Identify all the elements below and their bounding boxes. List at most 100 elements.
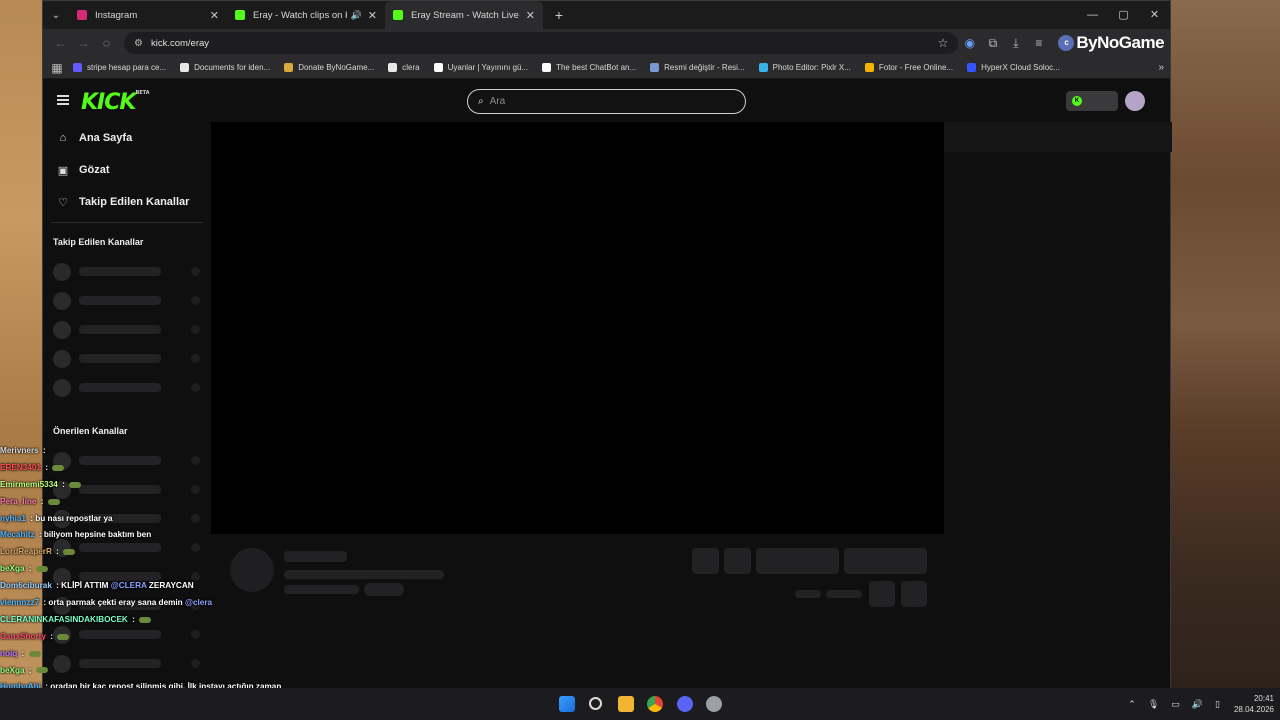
- video-player[interactable]: [211, 122, 944, 534]
- apps-grid-icon[interactable]: ▦: [49, 61, 65, 75]
- download-icon[interactable]: ⤓: [1004, 36, 1027, 51]
- settings-icon[interactable]: [706, 696, 722, 712]
- more-bookmarks-icon[interactable]: »: [1158, 62, 1164, 73]
- bookmark-item[interactable]: Resmi değiştir - Resi...: [650, 63, 745, 72]
- forward-icon[interactable]: →: [72, 36, 95, 50]
- minimize-icon[interactable]: —: [1077, 1, 1108, 29]
- icon-button-placeholder: [869, 581, 895, 607]
- chat-username[interactable]: Dom6ciburak: [0, 581, 52, 590]
- address-bar[interactable]: ⚙ kick.com/eray ☆: [124, 32, 959, 54]
- clock-date: 28.04.2026: [1233, 705, 1274, 714]
- start-icon[interactable]: [559, 696, 575, 712]
- audio-icon[interactable]: 🔊: [351, 10, 362, 21]
- bookmark-favicon-icon: [388, 63, 398, 72]
- menu-icon[interactable]: [57, 95, 69, 105]
- microphone-icon[interactable]: 🎙: [1148, 699, 1159, 710]
- extensions-puzzle-icon[interactable]: ⧉: [981, 36, 1004, 51]
- emote-icon: [28, 650, 41, 657]
- tab-close-icon[interactable]: ✕: [368, 9, 377, 22]
- volume-icon[interactable]: 🔊: [1192, 699, 1203, 710]
- chat-message: beXga :: [0, 663, 320, 680]
- site-info-icon[interactable]: ⚙: [134, 38, 143, 49]
- tab-3[interactable]: Eray Stream - Watch Live on Kick ✕: [385, 1, 543, 29]
- nav-item-3[interactable]: ♡ Takip Edilen Kanallar: [43, 186, 211, 218]
- chat-username[interactable]: Mecahitz: [0, 530, 35, 539]
- chat-username[interactable]: EREN3401: [0, 463, 41, 472]
- channel-skeleton-row: [43, 286, 211, 315]
- bookmark-item[interactable]: HyperX Cloud Soloc...: [967, 63, 1060, 72]
- bookmark-item[interactable]: The best ChatBot an...: [542, 63, 636, 72]
- bookmark-item[interactable]: Uyanlar | Yayınını gü...: [433, 63, 528, 72]
- new-tab-button[interactable]: +: [549, 7, 569, 23]
- bookmark-item[interactable]: Photo Editor: Pixlr X...: [758, 63, 851, 72]
- search-input[interactable]: ⌕ Ara: [467, 89, 746, 114]
- bookmark-favicon-icon: [284, 63, 294, 72]
- bookmark-item[interactable]: clera: [388, 63, 420, 72]
- subscribe-button-placeholder: [844, 548, 927, 574]
- chat-username[interactable]: vlennnzz7: [0, 598, 39, 607]
- bookmark-item[interactable]: Fotor - Free Online...: [864, 63, 953, 72]
- chat-username[interactable]: CanxShorty: [0, 632, 46, 641]
- emote-icon: [35, 667, 48, 674]
- bookmark-star-icon[interactable]: ☆: [938, 36, 949, 50]
- bookmark-item[interactable]: Documents for iden...: [180, 63, 270, 72]
- tab-2[interactable]: Eray - Watch clips on Kick 🔊 ✕: [227, 1, 385, 29]
- battery-icon[interactable]: ▯: [1215, 699, 1220, 710]
- profile-brand[interactable]: c ByNoGame: [1058, 33, 1165, 53]
- chat-username[interactable]: CLERANINKAFASINDAKIBOCEK: [0, 615, 128, 624]
- user-avatar[interactable]: [1125, 91, 1145, 111]
- tab-close-icon[interactable]: ✕: [210, 9, 219, 22]
- nav-label: Ana Sayfa: [79, 132, 133, 144]
- tab-search-icon[interactable]: ⌄: [43, 10, 69, 21]
- emote-icon: [63, 549, 76, 556]
- chat-username[interactable]: nyhia1: [0, 514, 26, 523]
- chat-message: nyhia1 : bu nası repostlar ya: [0, 513, 113, 523]
- chat-username[interactable]: Merivners: [0, 446, 39, 455]
- header-action-button[interactable]: K: [1066, 91, 1118, 111]
- stat-placeholder: [795, 590, 821, 598]
- chat-message: Mecahitz : biliyom hepsine baktım ben: [0, 530, 152, 540]
- loading-icon[interactable]: ◌: [95, 36, 118, 50]
- network-icon[interactable]: ▭: [1171, 699, 1180, 710]
- file-explorer-icon[interactable]: [618, 696, 634, 712]
- back-icon[interactable]: ←: [49, 36, 72, 50]
- browse-icon: ▣: [57, 164, 69, 177]
- kick-coin-icon: K: [1072, 96, 1082, 106]
- search-taskbar-icon[interactable]: [589, 697, 602, 710]
- tray-overflow-icon[interactable]: ⌃: [1128, 699, 1136, 710]
- home-icon: ⌂: [59, 132, 67, 144]
- extension-icon[interactable]: ◉: [958, 36, 981, 50]
- media-icon[interactable]: ≡: [1027, 36, 1050, 50]
- tab-close-icon[interactable]: ✕: [526, 9, 535, 22]
- bookmark-favicon-icon: [650, 63, 660, 72]
- close-window-icon[interactable]: ✕: [1139, 1, 1170, 29]
- chat-username[interactable]: beXga: [0, 564, 25, 573]
- tab-1[interactable]: Instagram ✕: [69, 1, 227, 29]
- bookmark-label: The best ChatBot an...: [556, 63, 637, 72]
- address-url[interactable]: kick.com/eray: [151, 38, 938, 49]
- chat-username[interactable]: beXga: [0, 666, 25, 675]
- chat-username[interactable]: noiq: [0, 649, 17, 658]
- discord-icon[interactable]: [677, 696, 693, 712]
- tab-favicon-icon: [393, 10, 403, 20]
- clock[interactable]: 20:41 28.04.2026: [1234, 693, 1274, 715]
- nav-item-1[interactable]: ⌂ Ana Sayfa: [43, 122, 211, 154]
- bookmark-favicon-icon: [433, 63, 443, 72]
- bookmark-item[interactable]: stripe hesap para ce...: [73, 63, 166, 72]
- chat-username[interactable]: LordReaperR: [0, 547, 52, 556]
- maximize-icon[interactable]: ▢: [1108, 1, 1139, 29]
- kick-logo[interactable]: KICKBETA: [81, 90, 150, 115]
- chat-message: Pera_line :: [0, 494, 320, 511]
- chat-mention[interactable]: @CLERA: [111, 581, 147, 590]
- chrome-icon[interactable]: [647, 696, 663, 712]
- chat-message: LordReaperR :: [0, 544, 320, 561]
- chat-mention[interactable]: @clera: [185, 598, 212, 607]
- bookmark-item[interactable]: Donate ByNoGame...: [284, 63, 374, 72]
- chat-username[interactable]: Emirmemi5334: [0, 480, 58, 489]
- bookmark-favicon-icon: [864, 63, 874, 72]
- chat-username[interactable]: Pera_line: [0, 497, 36, 506]
- nav-item-2[interactable]: ▣ Gözat: [43, 154, 211, 186]
- desktop-background-right: [1171, 0, 1280, 720]
- emote-icon: [35, 566, 48, 573]
- follow-button-placeholder: [756, 548, 839, 574]
